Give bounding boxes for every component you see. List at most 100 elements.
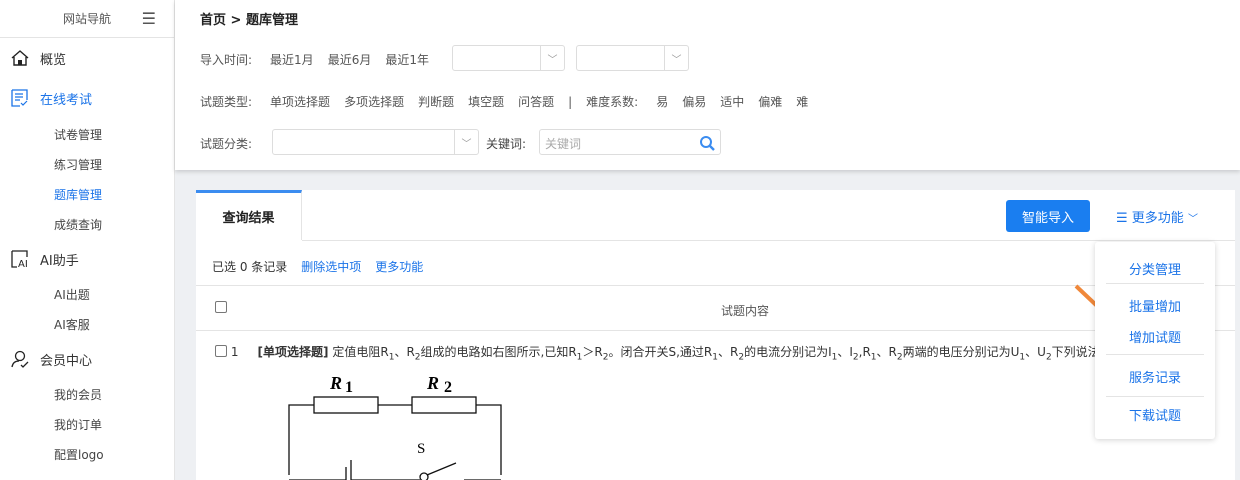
sidebar-item-online-exam[interactable]: 在线考试 [10,88,92,108]
sidebar-item-scores[interactable]: 成绩查询 [54,216,102,233]
chevron-down-icon: ﹀ [1187,214,1198,225]
selection-bar: 已选 0 条记录 删除选中项 更多功能 [212,258,423,275]
divider [1106,396,1204,397]
menu-collapse-icon[interactable]: ☰ [142,9,156,28]
tab-query-results[interactable]: 查询结果 [196,190,302,240]
filter-option[interactable]: 最近1月 [270,51,314,68]
exam-icon [11,89,28,107]
sidebar-item-question-bank[interactable]: 题库管理 [54,186,102,203]
sidebar-item-ai-service[interactable]: AI客服 [54,316,90,333]
sidebar: 网站导航 ☰ 概览 在线考试 试卷管理 练习管理 题库管理 成绩查询 AI AI… [0,0,175,480]
breadcrumb-separator: > [230,13,242,28]
filter-option[interactable]: 难 [796,93,808,110]
question-text: 定值电阻R1、R2组成的电路如右图所示,已知R1＞R2。闭合开关S,通过R1、R… [332,345,1111,362]
filter-option[interactable]: 问答题 [518,93,554,110]
more-functions-link[interactable]: 更多功能 [375,260,423,274]
select-all-checkbox[interactable] [215,301,227,313]
table-row: 1 [单项选择题] 定值电阻R1、R2组成的电路如右图所示,已知R1＞R2。闭合… [215,343,1235,362]
more-label: 更多功能 [1131,211,1184,226]
filter-option[interactable]: 偏易 [682,93,706,110]
user-icon [11,350,29,368]
keyword-label: 关键词: [486,137,527,151]
filter-option[interactable]: 单项选择题 [270,93,330,110]
text-segment: 、R [394,345,415,359]
r2-label: R [426,373,439,393]
chevron-down-icon: ﹀ [540,46,564,70]
keyword-placeholder: 关键词 [545,137,582,151]
menu-item-add-question[interactable]: 增加试题 [1095,327,1215,346]
sidebar-item-label: 在线考试 [40,92,93,108]
sidebar-title: 网站导航 [62,12,111,26]
start-date-select[interactable]: ﹀ [452,45,565,71]
keyword-input[interactable]: 关键词 [539,129,721,155]
chevron-down-icon: ﹀ [664,46,688,70]
more-functions-menu: 分类管理 批量增加 增加试题 服务记录 下载试题 [1095,242,1215,439]
text-segment: 定值电阻R [332,345,389,359]
breadcrumb: 首页 > 题库管理 [200,9,298,28]
category-filter: 试题分类: [200,135,270,152]
divider [302,240,1235,241]
sidebar-item-overview[interactable]: 概览 [10,48,66,68]
r1-label: R [329,373,342,393]
end-date-select[interactable]: ﹀ [576,45,689,71]
sidebar-item-ai[interactable]: AI AI助手 [10,249,79,269]
text-segment: 两端的电压分别记为U [902,345,1020,359]
filter-label: 试题类型: [200,95,253,109]
filter-option[interactable]: 最近6月 [328,51,372,68]
sidebar-item-label: 概览 [40,52,67,68]
text-segment: ＞R [582,345,603,359]
filter-option[interactable]: 最近1年 [385,51,429,68]
text-segment: ,R [858,345,871,359]
text-segment: 。闭合开关S,通过R [608,345,713,359]
import-time-filter: 导入时间: 最近1月 最近6月 最近1年 [200,51,443,68]
filter-option[interactable]: 多项选择题 [344,93,404,110]
ai-icon: AI [11,250,28,269]
filter-option[interactable]: 适中 [720,93,744,110]
search-icon[interactable] [699,135,715,151]
home-icon [11,50,29,66]
list-icon: ☰ [1116,211,1132,226]
filter-option[interactable]: 填空题 [468,93,504,110]
filter-panel: 首页 > 题库管理 导入时间: 最近1月 最近6月 最近1年 ﹀ ﹀ 试题类型:… [175,0,1240,170]
sidebar-item-my-orders[interactable]: 我的订单 [54,416,102,433]
menu-item-batch-add[interactable]: 批量增加 [1095,296,1215,315]
row-checkbox[interactable] [215,345,227,357]
filter-option[interactable]: 判断题 [418,93,454,110]
smart-import-button[interactable]: 智能导入 [1006,200,1090,232]
sidebar-item-logo-config[interactable]: 配置logo [54,446,104,463]
breadcrumb-home[interactable]: 首页 [200,13,226,28]
text-segment: 的电流分别记为I [744,345,832,359]
divider [1106,283,1204,284]
text-segment: 组成的电路如右图所示,已知R [420,345,577,359]
text-segment: 、R [876,345,897,359]
menu-item-category-management[interactable]: 分类管理 [1095,259,1215,278]
sidebar-item-papers[interactable]: 试卷管理 [54,126,102,143]
menu-item-service-records[interactable]: 服务记录 [1095,367,1215,386]
sidebar-item-label: AI助手 [40,253,79,269]
delete-selected-link[interactable]: 删除选中项 [301,260,361,274]
question-type: [单项选择题] [257,345,329,359]
menu-item-download-questions[interactable]: 下载试题 [1095,405,1215,424]
row-index: 1 [230,345,239,359]
text-segment: 、I [837,345,853,359]
sidebar-item-my-membership[interactable]: 我的会员 [54,386,102,403]
divider [1106,354,1204,355]
sidebar-item-practice[interactable]: 练习管理 [54,156,102,173]
breadcrumb-current: 题库管理 [245,13,298,28]
r1-subscript: 1 [345,379,353,396]
filter-label: 难度系数: [586,95,639,109]
sidebar-item-label: 会员中心 [40,353,93,369]
text-segment: 、U [1025,345,1046,359]
text-segment: 、R [718,345,739,359]
filter-option[interactable]: 易 [656,93,668,110]
category-select[interactable]: ﹀ [272,129,479,155]
filter-option[interactable]: 偏难 [758,93,782,110]
divider: | [568,94,573,109]
sidebar-item-members[interactable]: 会员中心 [10,349,92,369]
switch-label: S [417,441,425,457]
filter-label: 导入时间: [200,53,253,67]
column-header: 试题内容 [721,304,770,318]
more-functions-button[interactable]: ☰ 更多功能 ﹀ [1116,207,1198,226]
sidebar-item-ai-questions[interactable]: AI出题 [54,286,90,303]
selected-count: 已选 0 条记录 [212,260,288,274]
